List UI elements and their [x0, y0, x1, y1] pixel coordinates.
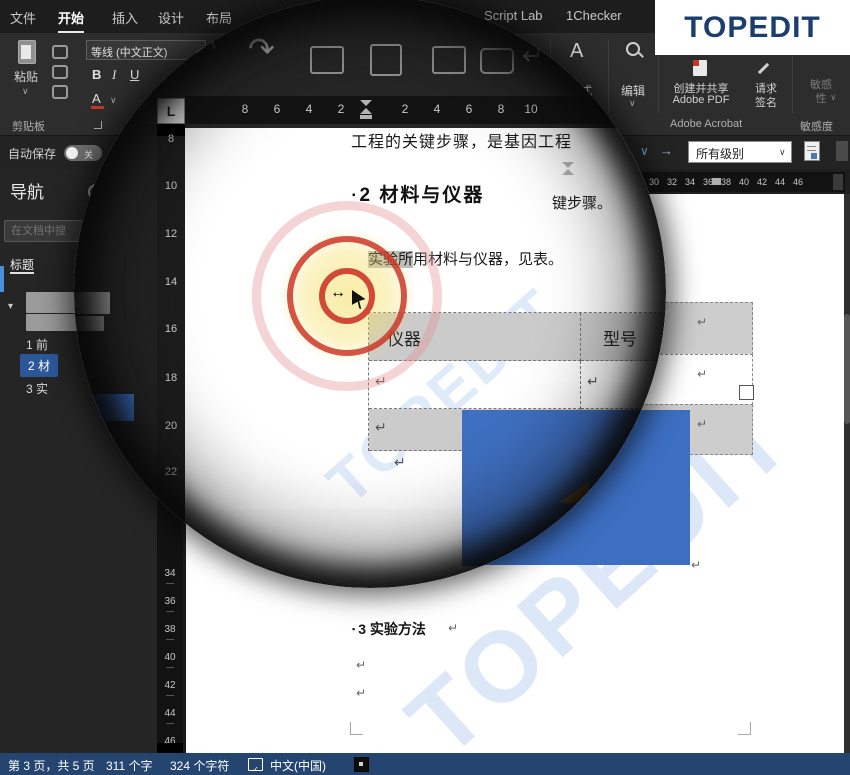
lens-nav-region	[74, 124, 157, 588]
resize-cursor-icon: ↔	[330, 284, 346, 302]
scrollbar-thumb[interactable]	[844, 314, 850, 424]
spacing-tool-icon	[432, 46, 466, 74]
redacted-heading-block	[74, 292, 110, 314]
tab-stop-selector[interactable]: L	[157, 98, 185, 124]
language-indicator[interactable]: 中文(中国)	[270, 757, 326, 774]
indent-marker[interactable]	[562, 162, 574, 175]
return-icon: ↵	[522, 40, 544, 71]
table-cell[interactable]: ↵	[581, 361, 666, 409]
lens-heading-2: ▪2 材料与仪器	[352, 180, 484, 207]
paragraph-mark-icon: ↵	[448, 621, 458, 635]
signature-pen-icon	[758, 63, 769, 74]
redacted-heading-block	[26, 314, 78, 331]
page-indicator[interactable]: 第 3 页，共 5 页	[8, 757, 95, 774]
active-indicator-bar	[0, 266, 4, 292]
outline-level-caret-icon: ∨	[779, 147, 786, 158]
lens-paragraph-line-2: 键步骤。	[552, 192, 612, 213]
paragraph-mark-icon: ↵	[394, 454, 406, 471]
paragraph-mark-icon: ↵	[356, 658, 366, 672]
undo-icon: ↶	[190, 30, 217, 68]
redo-icon: ↷	[248, 30, 275, 68]
topedit-logo-text: TOPEDIT	[684, 11, 820, 45]
navigation-title: 导航	[10, 178, 44, 203]
crop-mark	[350, 722, 363, 735]
macro-record-icon[interactable]	[354, 757, 369, 772]
cell-mark-icon: ↵	[697, 417, 707, 431]
status-bar: 第 3 页，共 5 页 311 个字 324 个字符 ✓ 中文(中国)	[0, 753, 850, 775]
topedit-logo: TOPEDIT	[655, 0, 850, 55]
heading-bullet-icon: ▪	[352, 624, 355, 634]
paragraph-mark-icon: ↵	[356, 686, 366, 700]
sensitivity-caret-icon: ∨	[830, 92, 837, 103]
ruler-margin-block	[157, 743, 183, 753]
adobe-create-label-2: Adobe PDF	[662, 94, 740, 106]
autosave-label: 自动保存	[8, 145, 56, 162]
heading-bullet-icon: ▪	[352, 190, 356, 201]
adobe-pdf-icon	[693, 60, 707, 76]
clipboard-group-label: 剪贴板	[12, 118, 45, 134]
char-count[interactable]: 324 个字符	[170, 757, 229, 774]
paste-tool-icon	[370, 44, 402, 76]
nav-heading-item-1[interactable]: 1 前	[26, 336, 48, 353]
indent-marker[interactable]	[360, 100, 372, 119]
right-indent-marker[interactable]	[712, 178, 721, 185]
panel-icon-fragment	[836, 141, 848, 161]
document-edit-icon[interactable]	[804, 141, 820, 161]
outline-level-value: 所有级别	[696, 145, 744, 162]
heading-3: ▪3 实验方法	[352, 619, 426, 639]
click-ring-inner	[319, 268, 375, 324]
lens-nav-active-item	[90, 394, 134, 421]
proofing-status-icon[interactable]: ✓	[248, 758, 263, 771]
crop-mark	[738, 722, 751, 735]
lens-paragraph-line-1: 工程的关键步骤，是基因工程	[351, 128, 572, 152]
outline-level-dropdown[interactable]: 所有级别 ∨	[688, 141, 792, 163]
format-painter-icon[interactable]	[52, 85, 68, 99]
redacted-heading-block	[74, 316, 104, 331]
lens-vertical-ruler	[157, 124, 185, 588]
table-resize-handle[interactable]	[739, 385, 754, 400]
magnifier-lens: ↶ ↷ ↵ 8 6 4 2 2 4 6 8 10 L 8 10 12	[74, 0, 666, 588]
ruler-right-marker	[833, 174, 843, 190]
table-header-model: 型号	[603, 325, 637, 350]
word-window: 文件 开始 插入 设计 布局 Script Lab 1Checker TOPED…	[0, 0, 850, 775]
nav-heading-item-3[interactable]: 3 实	[26, 380, 48, 397]
adobe-group-label: Adobe Acrobat	[670, 118, 742, 130]
collapse-heading-icon[interactable]: ▾	[8, 301, 13, 312]
vertical-scrollbar[interactable]	[844, 194, 850, 753]
tab-file[interactable]: 文件	[10, 8, 36, 27]
paste-label: 粘贴	[6, 68, 46, 85]
cell-mark-icon: ↵	[375, 419, 387, 436]
sensitivity-group-label: 敏感度	[800, 118, 833, 134]
border-tool-icon	[310, 46, 344, 74]
paragraph-mark-icon: ↵	[691, 558, 701, 572]
word-count[interactable]: 311 个字	[106, 757, 152, 774]
find-next-button[interactable]: ∨	[640, 144, 649, 158]
sensitivity-label-2: 性	[796, 90, 846, 106]
cell-mark-icon: ↵	[697, 367, 707, 381]
cut-icon[interactable]	[52, 45, 68, 59]
comment-icon	[480, 48, 514, 74]
table-cell[interactable]: 型号	[581, 313, 666, 361]
paste-button[interactable]: 粘贴 ∨	[6, 38, 46, 114]
copy-icon[interactable]	[52, 65, 68, 79]
cell-mark-icon: ↵	[697, 315, 707, 329]
request-signature-label-2: 签名	[742, 94, 790, 110]
paste-caret-icon: ∨	[22, 86, 29, 97]
headings-tab-underline	[10, 272, 34, 274]
nav-heading-item-2-active[interactable]: 2 材	[20, 354, 58, 377]
headings-tab[interactable]: 标题	[10, 256, 34, 273]
clipboard-icon	[18, 40, 36, 64]
goto-button[interactable]: →	[660, 143, 673, 158]
cell-mark-icon: ↵	[587, 373, 599, 390]
